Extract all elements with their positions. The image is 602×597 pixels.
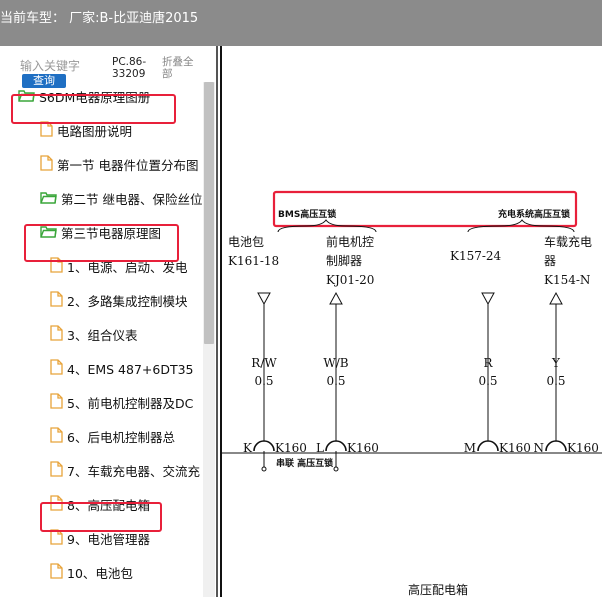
tree-item-label: 10、电池包 [67, 565, 133, 581]
tree-item-label: 第二节 继电器、保险丝位 [61, 191, 202, 207]
tree-item-label: 第一节 电器件位置分布图 [57, 157, 199, 173]
wire-color: R [483, 356, 493, 370]
tree-item-label: 3、组合仪表 [67, 327, 138, 343]
sidebar: 查询 PC.86-33209 折叠全部 S6DM电器原理图册电路图册说明第一节 … [0, 46, 218, 597]
tree-item[interactable]: 第三节电器原理图 [40, 218, 202, 246]
tree-item[interactable]: 8、高压配电箱 [50, 490, 202, 518]
tree-item-label: 1、电源、启动、发电 [67, 259, 188, 275]
component-code: K161-18 [228, 254, 279, 268]
tree-item[interactable]: 1、电源、启动、发电 [50, 252, 202, 280]
diagram-panel: BMS高压互锁 充电系统高压互锁 电池包 K161-18 R/W 0.5 K K160 前电机控… [218, 46, 602, 597]
file-icon [50, 426, 63, 446]
keyword-input[interactable] [20, 58, 108, 74]
series-interlock-label: 串联 高压互锁 [276, 457, 333, 469]
component-name: 前电机控 [326, 234, 374, 249]
diagram-title: 高压配电箱 [408, 582, 468, 597]
highlight-box [272, 190, 578, 228]
connector-icon [253, 440, 275, 452]
file-icon [40, 120, 53, 140]
bms-interlock-label: BMS高压互锁 [278, 208, 336, 220]
wire-gauge: 0.5 [546, 374, 565, 388]
document-code: PC.86-33209 [112, 56, 147, 80]
file-icon [50, 290, 63, 310]
wire-gauge: 0.5 [326, 374, 345, 388]
folder-icon [40, 190, 57, 207]
tree-item[interactable]: 2、多路集成控制模块 [50, 286, 202, 314]
collapse-all-button[interactable]: 折叠全部 [162, 56, 202, 80]
tree-item[interactable]: S6DM电器原理图册 [18, 82, 202, 110]
file-icon [50, 358, 63, 378]
component-code: K154-N [544, 273, 590, 287]
arrow-down-icon [257, 292, 271, 306]
tree-item-label: 5、前电机控制器及DC [67, 395, 194, 411]
connector-icon [325, 440, 347, 452]
terminal-dot [333, 466, 339, 472]
wire-gauge: 0.5 [478, 374, 497, 388]
charge-interlock-label: 充电系统高压互锁 [498, 208, 570, 220]
tree-item[interactable]: 第一节 电器件位置分布图 [40, 150, 202, 178]
file-icon [50, 528, 63, 548]
tree-item-label: 4、EMS 487+6DT35 [67, 361, 194, 377]
wire-color: Y [551, 356, 561, 370]
arrow-up-icon [549, 291, 563, 305]
component-name: 电池包 [228, 235, 264, 249]
tree-item-label: S6DM电器原理图册 [39, 89, 151, 105]
tree-item[interactable]: 6、后电机控制器总 [50, 422, 202, 450]
title-bar: 当前车型： 厂家:B-比亚迪唐2015 [0, 0, 602, 46]
tree-item-label: 6、后电机控制器总 [67, 429, 175, 445]
file-icon [50, 392, 63, 412]
component-name: 器 [544, 254, 556, 268]
folder-icon [40, 224, 57, 241]
tree-item[interactable]: 4、EMS 487+6DT35 [50, 354, 202, 382]
tree-item[interactable]: 第二节 继电器、保险丝位 [40, 184, 202, 212]
tree-item-label: 电路图册说明 [57, 123, 133, 139]
connector-icon [477, 440, 499, 452]
current-model-title: 当前车型： 厂家:B-比亚迪唐2015 [0, 11, 199, 26]
tree-item[interactable]: 10、电池包 [50, 558, 202, 586]
file-icon [50, 460, 63, 480]
file-icon [40, 154, 53, 174]
folder-icon [18, 88, 35, 105]
component-code: KJ01-20 [326, 273, 374, 287]
wire-color: R/W [251, 356, 277, 370]
terminal-dot [261, 466, 267, 472]
file-icon [50, 324, 63, 344]
tree-item-label: 第三节电器原理图 [61, 225, 162, 241]
tree-item[interactable]: 3、组合仪表 [50, 320, 202, 348]
file-icon [50, 256, 63, 276]
file-icon [50, 562, 63, 582]
wiring-diagram: BMS高压互锁 充电系统高压互锁电池包K161-18R/W0.5K K160前电机控… [220, 46, 602, 597]
tree-item[interactable]: 7、车载充电器、交流充 [50, 456, 202, 484]
tree-item-label: 9、电池管理器 [67, 531, 150, 547]
component-name: 制脚器 [326, 253, 362, 268]
tree-item[interactable]: 9、电池管理器 [50, 524, 202, 552]
arrow-up-icon [329, 291, 343, 305]
tree-item-label: 8、高压配电箱 [67, 497, 150, 513]
tree-item-label: 7、车载充电器、交流充 [67, 463, 200, 479]
file-icon [50, 494, 63, 514]
tree-scrollbar[interactable] [203, 82, 215, 597]
connector-icon [545, 440, 567, 452]
wire-gauge: 0.5 [254, 374, 273, 388]
wire-color: W/B [323, 356, 348, 370]
tree-item[interactable]: 5、前电机控制器及DC [50, 388, 202, 416]
tree-item[interactable]: 电路图册说明 [40, 116, 202, 144]
component-code: K157-24 [450, 249, 502, 263]
scrollbar-thumb[interactable] [204, 82, 214, 344]
component-name: 车载充电 [544, 234, 592, 249]
arrow-down-icon [481, 292, 495, 306]
tree-item-label: 2、多路集成控制模块 [67, 293, 188, 309]
